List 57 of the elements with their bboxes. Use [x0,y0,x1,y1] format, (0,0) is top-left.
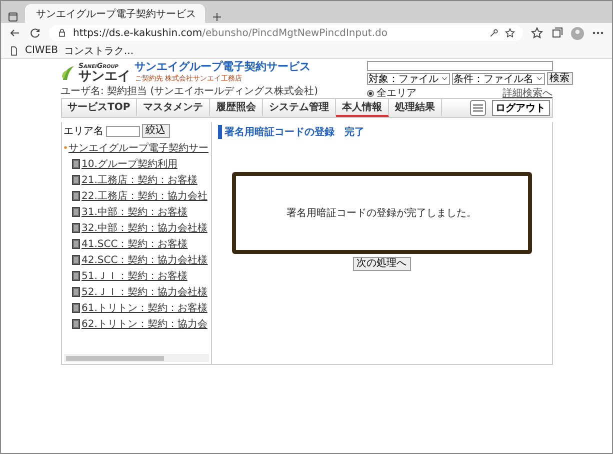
logo-name: サンエイ [78,70,130,83]
page-title: 署名用暗証コードの登録 完了 [218,125,364,139]
caret-icon [536,75,542,82]
menu-icon[interactable] [470,100,486,116]
tree-root-link[interactable]: サンエイグループ電子契約サー [68,140,208,154]
nav-tab[interactable]: 本人情報 [336,99,390,117]
filter-field[interactable] [106,126,140,136]
filter-button[interactable]: 絞込 [142,124,170,138]
browser-tab[interactable]: サンエイグループ電子契約サービス [25,4,205,23]
bookmark-link[interactable]: CIWEB [25,45,58,56]
page-icon [9,46,19,56]
star-icon [505,28,515,38]
lock-icon [57,28,67,38]
tree-item-link[interactable]: 62.トリトン：契約：協力会 [82,316,208,330]
tree-item-link[interactable]: 42.SCC：契約：協力会社様 [82,252,208,266]
tree-item-link[interactable]: 61.トリトン：契約：お客様 [82,300,208,314]
radio-button[interactable] [366,90,374,96]
nav-tab[interactable]: サービスTOP [62,99,138,117]
nav-tab[interactable]: 処理結果 [389,99,442,117]
condition-select[interactable]: 条件：ファイル名 [452,72,544,84]
tree-item-link[interactable]: 10.グループ契約利用 [82,156,178,170]
horizontal-scrollbar[interactable] [64,354,208,362]
next-button[interactable]: 次の処理へ [352,257,410,271]
address-bar[interactable]: https://ds.e-kakushin.com/ebunsho/PincdMgtNewPincdInput.do [49,25,523,41]
target-select[interactable]: 対象：ファイル [366,72,450,84]
bookmark-link[interactable]: コンストラク... [64,44,134,58]
tab-title: サンエイグループ電子契約サービス [36,8,196,20]
tree-item-link[interactable]: 32.中部：契約：協力会社様 [82,220,208,234]
nav-tab[interactable]: システム管理 [263,99,336,117]
plus-icon [211,11,223,23]
tree-item-link[interactable]: 41.SCC：契約：お客様 [82,236,188,250]
leaf-logo-icon [60,64,74,81]
refresh-icon [29,27,41,39]
profile-icon[interactable] [571,26,584,40]
logout-button[interactable]: ログアウト [492,100,550,116]
sidebar-icon [7,11,19,23]
user-name-text: ユーザ名: 契約担当 (サンエイホールディングス株式会社) [60,84,318,98]
nav-tab[interactable]: 履歴照会 [210,99,264,117]
back-icon [9,27,21,39]
tree-item-link[interactable]: 52.ＪＩ：契約：協力会社様 [82,284,208,298]
tree-item-link[interactable]: 51.ＪＩ：契約：お客様 [82,268,188,282]
advanced-search-link[interactable]: 詳細検索へ [502,86,552,100]
search-field[interactable] [366,61,552,71]
filter-label: エリア名 [64,125,104,138]
caret-icon [440,75,448,82]
tree-item-link[interactable]: 31.中部：契約：お客様 [82,204,188,218]
service-title: サンエイグループ電子契約サービス [134,61,310,74]
collections-icon [551,27,563,39]
favorites-icon [531,27,543,39]
search-button[interactable]: 検索 [546,72,572,85]
tree-item-link[interactable]: 21.工務店：契約：お客様 [82,172,198,186]
nav-tab[interactable]: マスタメンテ [137,99,210,117]
key-icon [489,28,499,38]
url-text: https://ds.e-kakushin.com/ebunsho/PincdMgtNewPincdInput.do [73,28,388,38]
radio-label: 全エリア [376,87,416,100]
tree-item-link[interactable]: 22.工務店：契約：協力会社 [82,188,208,202]
completion-message: 署名用暗証コードの登録が完了しました。 [286,206,476,220]
